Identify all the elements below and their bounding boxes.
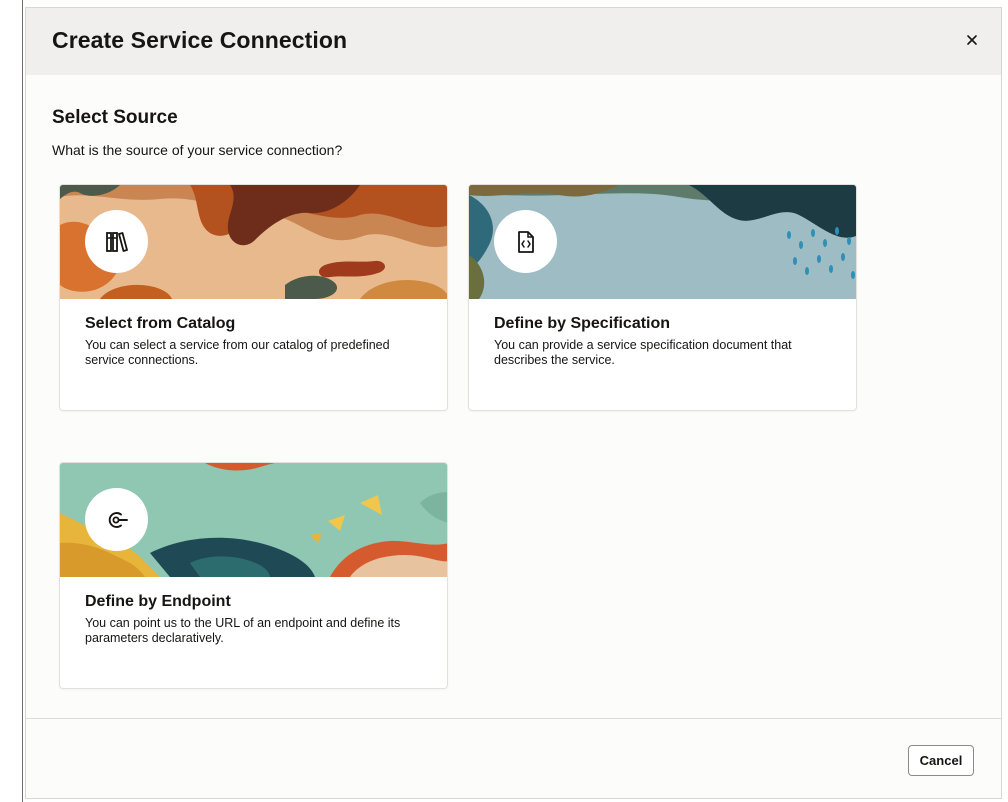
section-title: Select Source: [52, 107, 178, 128]
close-button[interactable]: [961, 29, 983, 51]
specification-icon-badge: [494, 210, 557, 273]
specification-document-icon: [517, 230, 534, 253]
window-edge: [22, 0, 23, 802]
endpoint-icon-badge: [85, 488, 148, 551]
section-subtitle: What is the source of your service conne…: [52, 142, 343, 158]
card-title: Define by Specification: [494, 315, 671, 332]
close-icon: [967, 35, 977, 45]
card-description: You can point us to the URL of an endpoi…: [85, 616, 401, 645]
endpoint-icon: [108, 511, 128, 528]
card-select-from-catalog[interactable]: Select from Catalog You can select a ser…: [59, 184, 448, 411]
card-banner-catalog: [60, 185, 447, 299]
catalog-icon-badge: [85, 210, 148, 273]
card-banner-endpoint: [60, 463, 447, 577]
dialog-title: Create Service Connection: [52, 27, 348, 53]
card-description: You can select a service from our catalo…: [85, 338, 390, 367]
footer-divider: [26, 718, 1001, 719]
card-define-by-specification[interactable]: Define by Specification You can provide …: [468, 184, 857, 411]
card-title: Select from Catalog: [85, 315, 236, 332]
dialog-header: Create Service Connection: [26, 8, 1001, 75]
card-define-by-endpoint[interactable]: Define by Endpoint You can point us to t…: [59, 462, 448, 689]
card-title: Define by Endpoint: [85, 593, 231, 610]
page: Create Service Connection Select Source …: [0, 0, 1008, 802]
card-description: You can provide a service specification …: [494, 338, 792, 367]
cancel-button[interactable]: Cancel: [908, 745, 974, 776]
card-banner-specification: [469, 185, 856, 299]
catalog-books-icon: [105, 231, 128, 252]
create-service-connection-dialog: Create Service Connection Select Source …: [25, 7, 1002, 799]
